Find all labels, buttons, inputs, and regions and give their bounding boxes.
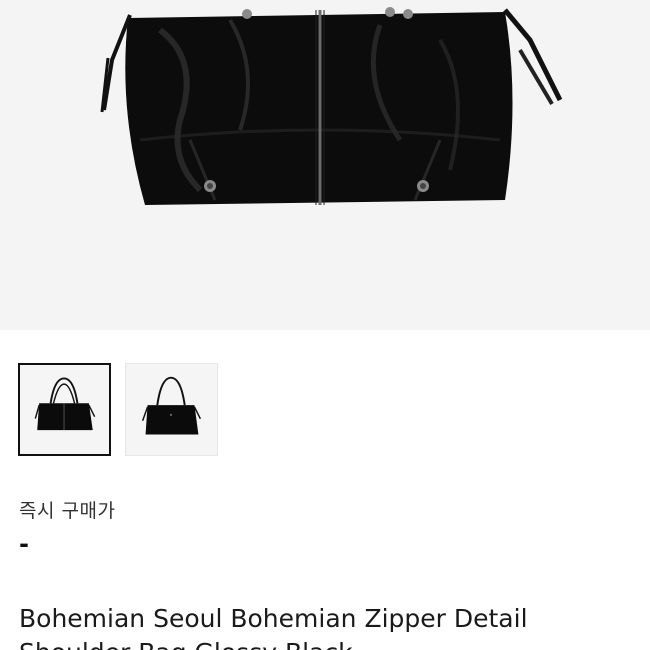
instant-buy-price-label: 즉시 구매가 — [19, 500, 116, 522]
thumbnail-side[interactable] — [125, 363, 218, 456]
black-tote-bag-front-thumbnail-icon — [34, 377, 96, 431]
product-detail-page: 즉시 구매가 - Bohemian Seoul Bohemian Zipper … — [0, 0, 650, 650]
product-main-image[interactable] — [0, 0, 650, 330]
black-tote-bag-side-thumbnail-icon — [141, 376, 202, 435]
product-title: Bohemian Seoul Bohemian Zipper Detail Sh… — [19, 604, 528, 650]
thumbnail-front[interactable] — [18, 363, 111, 456]
bag-image-icon — [100, 7, 563, 205]
instant-buy-price-value: - — [19, 530, 29, 558]
thumbnail-strip — [18, 363, 218, 456]
